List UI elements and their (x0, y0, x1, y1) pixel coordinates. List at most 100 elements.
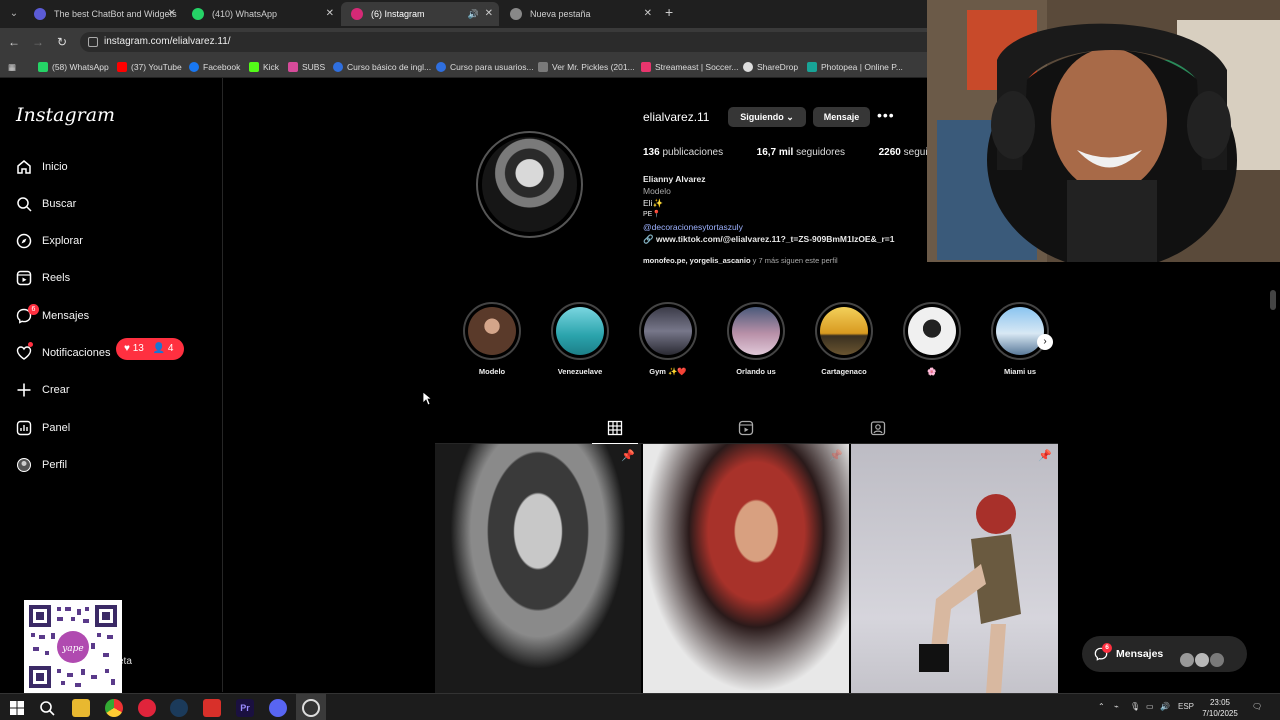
display-icon[interactable]: ▭ (1146, 702, 1154, 711)
bookmark-sharedrop[interactable]: ShareDrop (743, 60, 798, 74)
notification-center-icon[interactable]: 🗨 (1252, 702, 1262, 711)
close-icon[interactable]: ✕ (644, 2, 652, 26)
network-icon[interactable]: ⌁ (1114, 702, 1119, 711)
nav-reels[interactable]: Reels (14, 266, 214, 290)
highlight-orlando[interactable]: Orlando us (727, 302, 785, 376)
nav-panel[interactable]: Panel (14, 416, 214, 440)
tab-instagram[interactable]: (6) Instagram 🔊 ✕ (341, 2, 499, 26)
avatar (1210, 653, 1224, 667)
close-icon[interactable]: ✕ (326, 2, 334, 26)
highlight-ring (639, 302, 697, 360)
following-label: Siguiendo (740, 112, 784, 122)
back-icon[interactable]: ← (6, 34, 22, 50)
highlight-label: Gym ✨❤️ (649, 367, 687, 376)
profile-avatar[interactable] (476, 131, 583, 238)
avatar-icon (17, 458, 31, 472)
nav-notificaciones[interactable]: Notificaciones (14, 341, 214, 365)
highlight-modelo[interactable]: Modelo (463, 302, 521, 376)
highlight-gym[interactable]: Gym ✨❤️ (639, 302, 697, 376)
close-icon[interactable]: ✕ (168, 2, 176, 26)
bookmark-whatsapp[interactable]: (58) WhatsApp (38, 60, 109, 74)
url-input[interactable]: instagram.com/elialvarez.11/ (80, 32, 940, 52)
followed-by[interactable]: monofeo.pe, yorgelis_ascanio y 7 más sig… (643, 256, 838, 265)
nav-inicio[interactable]: Inicio (14, 155, 214, 179)
close-icon[interactable]: ✕ (485, 2, 493, 26)
grid-icon[interactable] (607, 420, 623, 436)
notifications-pill[interactable]: ♥ 13 👤 4 (116, 338, 184, 360)
pin-icon: 📌 (1038, 450, 1052, 462)
bookmark-curso-usuarios[interactable]: Curso para usuarios... (436, 60, 534, 74)
nav-crear[interactable]: Crear (14, 378, 214, 402)
tab-whatsapp[interactable]: (410) WhatsApp ✕ (182, 2, 340, 26)
site-info-icon[interactable] (88, 37, 98, 47)
nav-perfil[interactable]: Perfil (14, 453, 214, 477)
media-player-icon[interactable] (138, 699, 156, 717)
bio-mention-link[interactable]: @decoracionesytortaszuly (643, 222, 743, 232)
language-indicator[interactable]: ESP (1178, 702, 1194, 711)
follows-count: 4 (167, 343, 174, 354)
streamlabs-icon[interactable] (203, 699, 221, 717)
apps-grid-icon[interactable]: ▦ (8, 60, 22, 74)
highlight-cartagena[interactable]: Cartagenaco (815, 302, 873, 376)
post-thumbnail[interactable]: 📌 (435, 444, 641, 693)
reels-tab-icon[interactable] (738, 420, 754, 436)
chevron-down-icon: ⌄ (786, 112, 794, 122)
tagged-icon[interactable] (870, 420, 886, 436)
bookmark-streameast[interactable]: Streameast | Soccer... (641, 60, 738, 74)
page-scrollbar[interactable] (1270, 290, 1276, 310)
nav-explorar[interactable]: Explorar (14, 229, 214, 253)
chevron-right-icon[interactable]: › (1037, 334, 1053, 350)
instagram-logo[interactable]: Instagram (16, 104, 115, 126)
external-link[interactable]: 🔗 www.tiktok.com/@elialvarez.11?_t=ZS-90… (643, 234, 894, 245)
new-tab-button[interactable]: + (665, 4, 673, 20)
bookmark-label: (58) WhatsApp (52, 62, 109, 72)
volume-icon[interactable]: 🔊 (1160, 702, 1170, 711)
more-options-icon[interactable]: ••• (877, 107, 895, 123)
highlight-venezuela[interactable]: Venezuelave (551, 302, 609, 376)
bookmark-facebook[interactable]: Facebook (189, 60, 240, 74)
search-icon[interactable] (38, 699, 56, 717)
message-button[interactable]: Mensaje (813, 107, 870, 127)
highlight-ring (727, 302, 785, 360)
posts-label: publicaciones (662, 147, 724, 158)
highlight-flower[interactable]: 🌸 (903, 302, 961, 376)
clock-time: 23:05 (1209, 698, 1231, 707)
highlight-ring (903, 302, 961, 360)
microphone-icon[interactable]: 🎙 (1130, 702, 1140, 711)
chrome-icon[interactable] (105, 699, 123, 717)
bookmark-youtube[interactable]: (37) YouTube (117, 60, 182, 74)
profile-name: Elianny Alvarez (643, 174, 706, 184)
bookmark-kick[interactable]: Kick (249, 60, 279, 74)
bookmark-curso-ingles[interactable]: Curso básico de ingl... (333, 60, 431, 74)
posts-stat[interactable]: 136 publicaciones (643, 147, 723, 158)
post-thumbnail[interactable]: 📌 (643, 444, 849, 693)
obs-icon[interactable] (302, 699, 320, 717)
discord-icon[interactable] (269, 699, 287, 717)
following-count: 2260 (878, 147, 901, 158)
chevron-up-icon[interactable]: ⌃ (1098, 702, 1105, 711)
coursera-icon (333, 62, 343, 72)
windows-start-icon[interactable] (8, 699, 26, 717)
screen: ⌄ The best ChatBot and Widgets ✕ (410) W… (0, 0, 1280, 720)
bookmark-photopea[interactable]: Photopea | Online P... (807, 60, 903, 74)
reload-icon[interactable]: ↻ (54, 34, 70, 50)
forward-icon[interactable]: → (30, 34, 46, 50)
post-thumbnail[interactable]: 📌 (851, 444, 1058, 693)
system-clock[interactable]: 23:05 7/10/2025 (1200, 697, 1240, 719)
tab-chatbot[interactable]: The best ChatBot and Widgets ✕ (24, 2, 182, 26)
tab-search-icon[interactable]: ⌄ (6, 6, 22, 22)
premiere-icon[interactable]: Pr (236, 699, 254, 717)
streameast-icon (641, 62, 651, 72)
file-explorer-icon[interactable] (72, 699, 90, 717)
bookmark-subs[interactable]: SUBS (288, 60, 325, 74)
speaker-icon[interactable]: 🔊 (468, 2, 479, 26)
steam-icon[interactable] (170, 699, 188, 717)
followers-stat[interactable]: 16,7 mil seguidores (757, 147, 845, 158)
nav-buscar[interactable]: Buscar (14, 192, 214, 216)
bookmark-mr-pickles[interactable]: Ver Mr. Pickles (201... (538, 60, 635, 74)
messages-floater[interactable]: 6 Mensajes (1082, 636, 1247, 672)
nav-mensajes[interactable]: 6 Mensajes (14, 304, 214, 328)
tab-new-tab[interactable]: Nueva pestaña ✕ (500, 2, 658, 26)
following-button[interactable]: Siguiendo ⌄ (728, 107, 806, 127)
pin-icon: 📌 (621, 450, 635, 462)
